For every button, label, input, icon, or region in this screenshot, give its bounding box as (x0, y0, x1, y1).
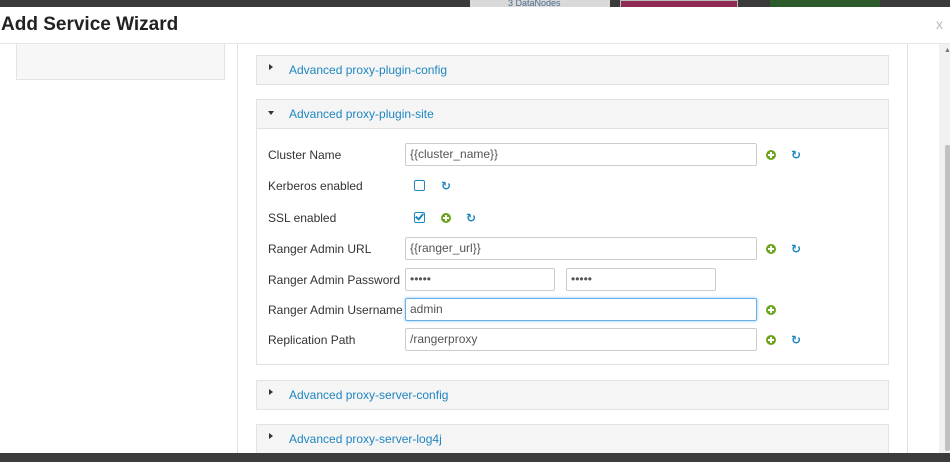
ranger-username-input[interactable]: admin (405, 298, 757, 321)
ssl-checkbox[interactable] (414, 212, 425, 223)
field-row-ranger-password: Ranger Admin Password ••••• ••••• (268, 268, 868, 292)
plus-circle-icon[interactable] (766, 305, 776, 315)
modal-header: Add Service Wizard x (0, 7, 950, 44)
caret-right-icon (269, 64, 273, 70)
scroll-up-arrow-icon[interactable]: ▲ (944, 47, 950, 54)
field-row-ranger-url: Ranger Admin URL {{ranger_url}} ↻ (268, 237, 868, 261)
wizard-steps-panel (16, 44, 225, 80)
modal-title: Add Service Wizard (1, 14, 179, 35)
field-label: Ranger Admin Password (268, 273, 401, 287)
section-header[interactable]: Advanced proxy-server-config (257, 381, 888, 409)
section-body: Cluster Name {{cluster_name}} ↻ Kerberos… (257, 128, 888, 364)
cluster-name-input[interactable]: {{cluster_name}} (405, 143, 757, 166)
content-divider (237, 44, 238, 453)
refresh-icon[interactable]: ↻ (791, 149, 801, 161)
field-row-kerberos: Kerberos enabled ↻ (268, 174, 868, 198)
ranger-password-input[interactable]: ••••• (405, 268, 555, 291)
section-proxy-plugin-config[interactable]: Advanced proxy-plugin-config (256, 55, 889, 85)
section-title[interactable]: Advanced proxy-plugin-config (289, 63, 447, 77)
section-title[interactable]: Advanced proxy-server-log4j (289, 432, 442, 446)
caret-right-icon (269, 433, 273, 439)
section-header[interactable]: Advanced proxy-plugin-site (257, 100, 888, 128)
close-button[interactable]: x (936, 16, 943, 32)
field-row-replication-path: Replication Path /rangerproxy ↻ (268, 328, 868, 352)
replication-path-input[interactable]: /rangerproxy (405, 328, 757, 351)
section-header[interactable]: Advanced proxy-plugin-config (257, 56, 888, 84)
caret-down-icon (268, 111, 274, 115)
refresh-icon[interactable]: ↻ (441, 180, 451, 192)
caret-right-icon (269, 389, 273, 395)
field-label: Ranger Admin Username (268, 303, 403, 317)
field-label: SSL enabled (268, 211, 337, 225)
field-label: Cluster Name (268, 148, 342, 162)
refresh-icon[interactable]: ↻ (791, 334, 801, 346)
background-bottom-bar (0, 453, 950, 462)
plus-circle-icon[interactable] (766, 244, 776, 254)
section-proxy-server-config[interactable]: Advanced proxy-server-config (256, 380, 889, 410)
scrollbar-thumb[interactable] (945, 145, 950, 451)
field-row-ranger-username: Ranger Admin Username admin (268, 298, 868, 322)
section-header[interactable]: Advanced proxy-server-log4j (257, 425, 888, 453)
ranger-url-input[interactable]: {{ranger_url}} (405, 237, 757, 260)
field-row-ssl: SSL enabled ↻ (268, 206, 868, 230)
section-proxy-plugin-site: Advanced proxy-plugin-site Cluster Name … (256, 99, 889, 365)
plus-circle-icon[interactable] (441, 213, 451, 223)
add-service-wizard-modal: Add Service Wizard x Advanced proxy-plug… (0, 7, 950, 454)
plus-circle-icon[interactable] (766, 150, 776, 160)
field-label: Replication Path (268, 333, 356, 347)
content-divider (907, 44, 908, 453)
plus-circle-icon[interactable] (766, 335, 776, 345)
field-row-cluster-name: Cluster Name {{cluster_name}} ↻ (268, 143, 868, 167)
refresh-icon[interactable]: ↻ (466, 212, 476, 224)
field-label: Kerberos enabled (268, 179, 363, 193)
ranger-password-confirm-input[interactable]: ••••• (566, 268, 716, 291)
field-label: Ranger Admin URL (268, 242, 372, 256)
section-title[interactable]: Advanced proxy-plugin-site (289, 107, 434, 121)
section-title[interactable]: Advanced proxy-server-config (289, 388, 448, 402)
refresh-icon[interactable]: ↻ (791, 243, 801, 255)
section-proxy-server-log4j[interactable]: Advanced proxy-server-log4j (256, 424, 889, 454)
kerberos-checkbox[interactable] (414, 180, 425, 191)
